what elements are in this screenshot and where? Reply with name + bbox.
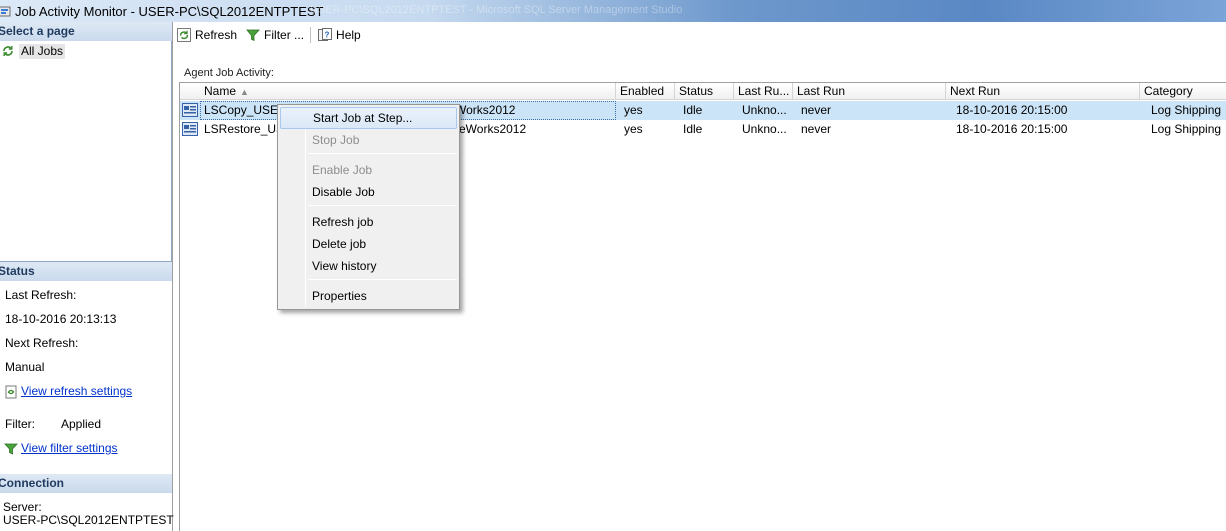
refresh-icon (177, 27, 191, 42)
column-header-name-label: Name (204, 84, 237, 98)
filter-icon (246, 29, 260, 41)
row-next-run-cell: 18-10-2016 20:15:00 (956, 122, 1068, 136)
toolbar: Refresh Filter ... ? Help (174, 22, 1226, 47)
svg-text:?: ? (325, 30, 330, 39)
server-label: Server: (3, 500, 42, 514)
row-last-run-cell: never (801, 122, 832, 136)
last-refresh-value: 18-10-2016 20:13:13 (5, 312, 117, 326)
menu-item-start-job-at-step[interactable]: Start Job at Step... (280, 107, 457, 129)
menu-item-view-history[interactable]: View history (280, 255, 457, 277)
select-page-header: Select a page (0, 22, 172, 41)
row-last-run-outcome-cell: Unkno... (742, 122, 787, 136)
refresh-page-icon (3, 46, 13, 56)
row-enabled-cell: yes (624, 122, 643, 136)
row-name-end: Works2012 (455, 103, 516, 117)
toolbar-separator (310, 26, 312, 43)
filter-value: Applied (61, 417, 102, 431)
help-icon: ? (318, 27, 333, 41)
refresh-button-label: Refresh (195, 27, 238, 42)
menu-item-enable-job[interactable]: Enable Job (280, 159, 457, 181)
window-title: Job Activity Monitor - USER-PC\SQL2012EN… (15, 3, 324, 19)
row-name-start: LSCopy_USER (204, 103, 287, 117)
refresh-settings-icon (5, 385, 17, 399)
row-name-start: LSRestore_US (204, 122, 285, 136)
help-button[interactable]: ? Help (317, 25, 361, 45)
refresh-button[interactable]: Refresh (176, 25, 237, 45)
title-bar: Job Activity Monitor - USER-PC\SQL2012EN… (0, 0, 1226, 22)
page-item-label: All Jobs (19, 43, 66, 59)
menu-separator (308, 205, 457, 206)
filter-button[interactable]: Filter ... (245, 25, 304, 45)
column-header-last-run[interactable]: Last Run (793, 83, 946, 100)
row-category-cell: Log Shipping (1151, 103, 1222, 117)
filter-button-label: Filter ... (264, 27, 305, 42)
filter-icon (4, 443, 18, 455)
column-header-category[interactable]: Category (1140, 83, 1226, 100)
column-header-name[interactable]: Name ▲ (180, 83, 616, 100)
background-window-title: USER-PC\SQL2012ENTPTEST - Microsoft SQL … (310, 4, 683, 16)
row-last-run-outcome-cell: Unkno... (742, 103, 787, 117)
column-header-last-run-outcome[interactable]: Last Ru... (734, 83, 793, 100)
view-refresh-settings-link[interactable]: View refresh settings (21, 384, 132, 398)
page-item-all-jobs[interactable]: All Jobs (0, 43, 66, 59)
row-category-cell: Log Shipping (1151, 122, 1222, 136)
grid-label: Agent Job Activity: (184, 67, 274, 79)
job-monitor-icon (0, 6, 11, 17)
filter-label: Filter: (5, 417, 35, 431)
row-status-cell: Idle (683, 122, 703, 136)
next-refresh-value: Manual (5, 360, 45, 374)
help-button-label: Help (336, 27, 361, 42)
view-filter-settings-link[interactable]: View filter settings (21, 441, 118, 455)
job-icon (182, 103, 198, 117)
row-name-end: eWorks2012 (459, 122, 527, 136)
job-icon (182, 122, 198, 136)
menu-item-refresh-job[interactable]: Refresh job (280, 211, 457, 233)
last-refresh-label: Last Refresh: (5, 288, 77, 302)
left-panel: Select a page All Jobs Status Last Refre… (0, 22, 174, 531)
menu-item-stop-job[interactable]: Stop Job (280, 129, 457, 151)
page-list: All Jobs (0, 41, 172, 262)
column-header-next-run[interactable]: Next Run (946, 83, 1140, 100)
column-header-status[interactable]: Status (675, 83, 734, 100)
row-next-run-cell: 18-10-2016 20:15:00 (956, 103, 1068, 117)
row-enabled-cell: yes (624, 103, 643, 117)
menu-separator (308, 153, 457, 154)
row-last-run-cell: never (801, 103, 832, 117)
sort-ascending-icon: ▲ (240, 87, 249, 97)
next-refresh-label: Next Refresh: (5, 336, 79, 350)
menu-item-disable-job[interactable]: Disable Job (280, 181, 457, 203)
menu-separator (308, 279, 457, 280)
context-menu: Start Job at Step... Stop Job Enable Job… (277, 104, 460, 310)
row-status-cell: Idle (683, 103, 703, 117)
column-header-enabled[interactable]: Enabled (616, 83, 675, 100)
connection-header: Connection (0, 474, 172, 493)
server-value: USER-PC\SQL2012ENTPTEST (3, 513, 174, 527)
grid-header: Name ▲ Enabled Status Last Ru... Last Run… (180, 83, 1226, 100)
menu-item-properties[interactable]: Properties (280, 285, 457, 307)
menu-item-delete-job[interactable]: Delete job (280, 233, 457, 255)
status-header: Status (0, 262, 172, 281)
